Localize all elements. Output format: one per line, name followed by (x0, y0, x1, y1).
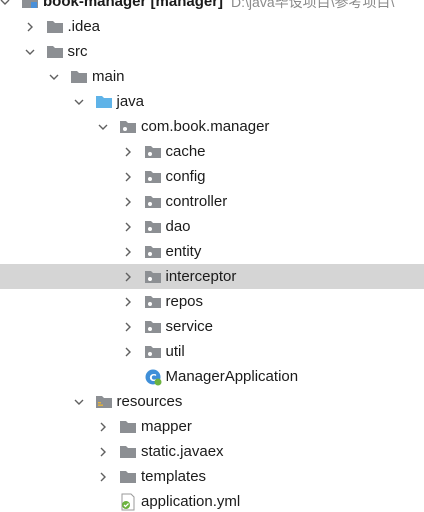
tree-row[interactable]: util (0, 339, 424, 364)
package-icon (144, 344, 162, 360)
package-icon (144, 194, 162, 210)
tree-row[interactable]: application.yml (0, 489, 424, 512)
tree-row[interactable]: interceptor (0, 264, 424, 289)
tree-item-label: src (67, 43, 88, 60)
tree-row[interactable]: service (0, 314, 424, 339)
chevron-down-icon[interactable] (49, 72, 59, 82)
chevron-right-icon[interactable] (123, 147, 133, 157)
chevron-right-icon[interactable] (123, 197, 133, 207)
source-folder-icon (95, 94, 113, 110)
package-icon (119, 119, 137, 135)
tree-item-label: interceptor (165, 268, 237, 285)
tree-item-label: book-manager [manager] (43, 0, 224, 10)
tree-row[interactable]: dao (0, 214, 424, 239)
package-icon (144, 144, 162, 160)
chevron-right-icon[interactable] (123, 297, 133, 307)
tree-item-label: dao (165, 218, 191, 235)
chevron-right-icon[interactable] (123, 322, 133, 332)
tree-item-label: service (165, 318, 214, 335)
tree-item-label: controller (165, 193, 228, 210)
tree-row[interactable]: static.javaex (0, 439, 424, 464)
chevron-right-icon[interactable] (123, 272, 133, 282)
package-icon (144, 219, 162, 235)
spring-class-icon: C (144, 369, 162, 385)
tree-item-label: .idea (67, 18, 101, 35)
tree-item-label: ManagerApplication (165, 368, 299, 385)
package-icon (144, 169, 162, 185)
package-icon (144, 269, 162, 285)
chevron-right-icon[interactable] (98, 472, 108, 482)
tree-item-label: static.javaex (141, 443, 224, 460)
folder-icon (119, 469, 137, 485)
tree-row[interactable]: cache (0, 139, 424, 164)
tree-row[interactable]: com.book.manager (0, 114, 424, 139)
chevron-right-icon[interactable] (98, 447, 108, 457)
chevron-right-icon[interactable] (123, 172, 133, 182)
chevron-down-icon[interactable] (25, 47, 35, 57)
tree-row[interactable]: mapper (0, 414, 424, 439)
module-icon (21, 0, 39, 10)
tree-row[interactable]: repos (0, 289, 424, 314)
folder-icon (119, 444, 137, 460)
tree-item-label: application.yml (141, 493, 241, 510)
tree-row[interactable]: book-manager [manager] D:\java毕设项目\参考项目\ (0, 0, 424, 14)
chevron-right-icon[interactable] (25, 22, 35, 32)
tree-row[interactable]: entity (0, 239, 424, 264)
tree-item-label: repos (165, 293, 204, 310)
chevron-down-icon[interactable] (98, 122, 108, 132)
chevron-right-icon[interactable] (123, 347, 133, 357)
chevron-down-icon[interactable] (74, 397, 84, 407)
module-path: D:\java毕设项目\参考项目\ (231, 0, 395, 10)
tree-row[interactable]: templates (0, 464, 424, 489)
tree-item-label: java (116, 93, 145, 110)
yml-file-icon (119, 493, 137, 510)
folder-icon (119, 419, 137, 435)
tree-row[interactable]: C ManagerApplication (0, 364, 424, 389)
tree-row[interactable]: main (0, 64, 424, 89)
tree-item-label: resources (116, 393, 183, 410)
package-icon (144, 294, 162, 310)
package-icon (144, 319, 162, 335)
chevron-right-icon[interactable] (123, 222, 133, 232)
tree-item-label: mapper (141, 418, 192, 435)
tree-item-label: cache (165, 143, 206, 160)
tree-row[interactable]: .idea (0, 14, 424, 39)
folder-icon (70, 69, 88, 85)
tree-row[interactable]: controller (0, 189, 424, 214)
resources-folder-icon (95, 394, 113, 410)
chevron-right-icon[interactable] (98, 422, 108, 432)
tree-item-label: main (92, 68, 125, 85)
tree-item-label: util (165, 343, 185, 360)
tree-row[interactable]: resources (0, 389, 424, 414)
tree-item-label: templates (141, 468, 207, 485)
project-tree: book-manager [manager] D:\java毕设项目\参考项目\.… (0, 0, 424, 512)
folder-icon (46, 44, 64, 60)
tree-row[interactable]: config (0, 164, 424, 189)
tree-item-label: config (165, 168, 206, 185)
tree-item-label: entity (165, 243, 202, 260)
chevron-down-icon[interactable] (0, 0, 10, 7)
tree-row[interactable]: java (0, 89, 424, 114)
package-icon (144, 244, 162, 260)
chevron-down-icon[interactable] (74, 97, 84, 107)
tree-item-label: com.book.manager (141, 118, 270, 135)
folder-icon (46, 19, 64, 35)
tree-row[interactable]: src (0, 39, 424, 64)
chevron-right-icon[interactable] (123, 247, 133, 257)
